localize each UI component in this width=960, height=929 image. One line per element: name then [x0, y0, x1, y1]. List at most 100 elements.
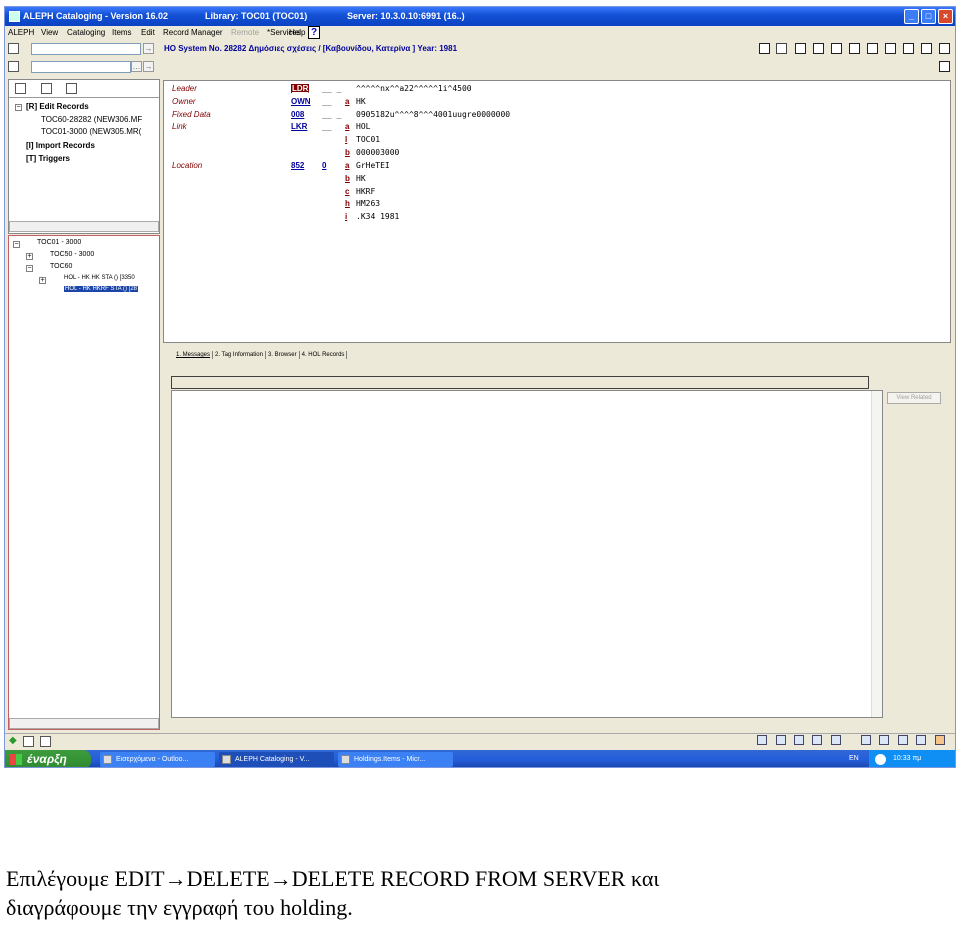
field-sub-lkr-a[interactable]: a: [345, 122, 349, 131]
status-window-icon-2[interactable]: [40, 736, 51, 747]
status-list-icon[interactable]: [831, 735, 841, 745]
delete-icon[interactable]: [939, 43, 950, 54]
menu-items[interactable]: Items: [112, 28, 132, 37]
expand-toc50-icon[interactable]: +: [26, 253, 33, 260]
task-aleph[interactable]: ALEPH Cataloging - V...: [219, 752, 334, 767]
nav-hol-hk[interactable]: HOL - HK HK STA () [3350: [64, 275, 135, 281]
field-sub-852-h[interactable]: h: [345, 199, 350, 208]
tab-hol-records[interactable]: 4. HOL Records: [300, 351, 348, 359]
field-value-852-c[interactable]: HKRF: [356, 187, 375, 196]
close-doc-icon[interactable]: [921, 43, 932, 54]
task-holdings[interactable]: Holdings.Items - Micr...: [338, 752, 453, 767]
field-sub-lkr-l[interactable]: l: [345, 135, 347, 144]
pencil-icon[interactable]: [831, 43, 842, 54]
field-value-lkr-a[interactable]: HOL: [356, 122, 370, 131]
status-window-icon[interactable]: [23, 736, 34, 747]
search-field[interactable]: [31, 61, 131, 73]
save-icon[interactable]: [903, 43, 914, 54]
field-sub-852-i[interactable]: i: [345, 212, 347, 221]
menu-edit[interactable]: Edit: [141, 28, 155, 37]
field-value-852-i[interactable]: .K34 1981: [356, 212, 399, 221]
binoculars-icon[interactable]: [66, 83, 77, 94]
mail-icon[interactable]: [885, 43, 896, 54]
status-link-icon[interactable]: [794, 735, 804, 745]
maximize-button[interactable]: □: [921, 9, 936, 24]
status-print-icon[interactable]: [916, 735, 926, 745]
menu-view[interactable]: View: [41, 28, 58, 37]
ellipsis-icon[interactable]: …: [131, 61, 142, 72]
status-gear-icon[interactable]: [812, 735, 822, 745]
field-tag-lkr[interactable]: LKR: [291, 122, 307, 131]
nav-hol-hkrf-selected[interactable]: HOL - HK HKRF STA () [28: [64, 286, 139, 292]
field-value-own[interactable]: HK: [356, 97, 366, 106]
language-indicator[interactable]: EN: [849, 755, 859, 762]
list-icon[interactable]: [813, 43, 824, 54]
tools-icon[interactable]: [776, 43, 787, 54]
start-button[interactable]: έναρξη: [5, 750, 91, 767]
field-ind-008[interactable]: __ _: [322, 110, 341, 119]
field-value-ldr[interactable]: ^^^^^nx^^a22^^^^^1i^4500: [356, 84, 472, 93]
field-value-852-h[interactable]: HM263: [356, 199, 380, 208]
field-ind-852[interactable]: 0: [322, 161, 326, 170]
nav-toc01[interactable]: TOC01 - 3000: [37, 239, 81, 246]
expand-toc01-icon[interactable]: −: [13, 241, 20, 248]
vertical-scrollbar[interactable]: [871, 391, 882, 717]
field-value-852-b[interactable]: HK: [356, 174, 366, 183]
expand-hol-icon[interactable]: +: [39, 277, 46, 284]
nav-toc50[interactable]: TOC50 - 3000: [50, 251, 94, 258]
menu-help[interactable]: Help: [289, 28, 305, 37]
field-tag-008[interactable]: 008: [291, 110, 304, 119]
status-flag-icon[interactable]: [861, 735, 871, 745]
status-person-icon[interactable]: [879, 735, 889, 745]
status-close-icon[interactable]: [935, 735, 945, 745]
help-icon[interactable]: ?: [308, 26, 320, 39]
collapse-icon[interactable]: −: [15, 104, 22, 111]
close-button[interactable]: ×: [938, 9, 953, 24]
field-tag-own[interactable]: OWN: [291, 97, 311, 106]
view-related-button[interactable]: View Related: [887, 392, 941, 404]
tree-record-1[interactable]: TOC60-28282 (NEW306.MF: [41, 115, 142, 124]
field-sub-own-a[interactable]: a: [345, 97, 349, 106]
back-arrow-icon[interactable]: [875, 754, 886, 765]
tree-import-records[interactable]: [I] Import Records: [26, 141, 95, 150]
status-globe-icon[interactable]: [757, 735, 767, 745]
field-sub-852-c[interactable]: c: [345, 187, 349, 196]
field-value-lkr-l[interactable]: TOC01: [356, 135, 380, 144]
record-editor[interactable]: Leader LDR __ _ ^^^^^nx^^a22^^^^^1i^4500…: [163, 80, 951, 343]
save-icon-2[interactable]: [939, 61, 950, 72]
menu-cataloging[interactable]: Cataloging: [67, 28, 105, 37]
go-arrow-icon[interactable]: →: [143, 43, 154, 54]
field-ind-ldr[interactable]: __ _: [322, 84, 341, 93]
go-arrow-icon-2[interactable]: →: [143, 61, 154, 72]
nav-toc60[interactable]: TOC60: [50, 263, 72, 270]
horizontal-scrollbar-2[interactable]: [9, 718, 159, 729]
minimize-button[interactable]: _: [904, 9, 919, 24]
field-ind-lkr[interactable]: __: [322, 122, 332, 131]
tab-browser[interactable]: 3. Browser: [266, 351, 300, 359]
new-icon[interactable]: [759, 43, 770, 54]
tree-triggers[interactable]: [T] Triggers: [26, 154, 70, 163]
field-sub-852-b[interactable]: b: [345, 174, 350, 183]
field-sub-852-a[interactable]: a: [345, 161, 349, 170]
expand-toc60-icon[interactable]: −: [26, 265, 33, 272]
tab-messages[interactable]: 1. Messages: [174, 351, 214, 359]
check-icon[interactable]: [849, 43, 860, 54]
field-value-852-a[interactable]: GrHeTEI: [356, 161, 390, 170]
document-icon[interactable]: [8, 61, 19, 72]
field-tag-852[interactable]: 852: [291, 161, 304, 170]
status-tools-icon[interactable]: [776, 735, 786, 745]
file-icon[interactable]: [15, 83, 26, 94]
menu-aleph[interactable]: ALEPH: [8, 28, 34, 37]
split-icon[interactable]: [867, 43, 878, 54]
menu-record-manager[interactable]: Record Manager: [163, 28, 223, 37]
table-icon[interactable]: [795, 43, 806, 54]
field-value-008[interactable]: 0905182u^^^^8^^^4001uugre0000000: [356, 110, 510, 119]
status-home-icon[interactable]: [898, 735, 908, 745]
record-icon[interactable]: [8, 43, 19, 54]
menu-remote[interactable]: Remote: [231, 28, 259, 37]
field-sub-lkr-b[interactable]: b: [345, 148, 350, 157]
task-outlook[interactable]: Εισερχόμενα - Outloo...: [100, 752, 215, 767]
pages-icon[interactable]: [41, 83, 52, 94]
horizontal-scrollbar[interactable]: [9, 221, 159, 232]
field-tag-ldr[interactable]: LDR: [291, 84, 310, 93]
